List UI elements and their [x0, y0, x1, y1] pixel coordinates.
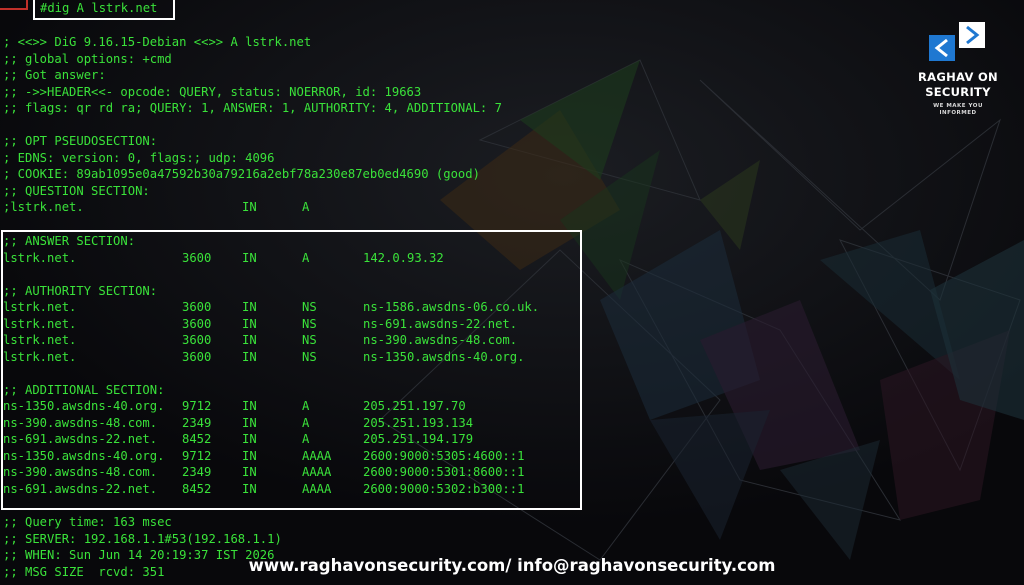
- record-type: A: [302, 432, 310, 446]
- record-name: ns-691.awsdns-22.net.: [3, 481, 158, 496]
- record-data: 205.251.197.70: [363, 399, 466, 413]
- flags-line: ;; flags: qr rd ra; QUERY: 1, ANSWER: 1,…: [3, 101, 502, 115]
- record-data: ns-691.awsdns-22.net.: [363, 316, 518, 331]
- record-data: ns-1586.awsdns-06.co.uk.: [363, 300, 540, 314]
- record-ttl: 9712: [182, 448, 212, 463]
- global-options-line: ;; global options: +cmd: [3, 51, 172, 66]
- prompt-marker: [0, 0, 28, 10]
- record-ttl: 2349: [182, 465, 212, 479]
- record-class: IN: [242, 481, 257, 496]
- record-name: lstrk.net.: [3, 349, 77, 364]
- record-name: ns-1350.awsdns-40.org.: [3, 448, 165, 463]
- record-ttl: 8452: [182, 481, 212, 496]
- record-name: ns-390.awsdns-48.com.: [3, 465, 158, 479]
- record-data: 205.251.194.179: [363, 432, 474, 446]
- record-type: NS: [302, 316, 317, 331]
- query-time-line: ;; Query time: 163 msec: [3, 515, 172, 529]
- record-ttl: 3600: [182, 250, 212, 265]
- footer-contact: www.raghavonsecurity.com/ info@raghavons…: [248, 556, 776, 575]
- record-type: AAAA: [302, 481, 332, 496]
- question-class: IN: [242, 200, 257, 214]
- question-name: ;lstrk.net.: [3, 200, 84, 214]
- record-class: IN: [242, 415, 257, 430]
- record-name: lstrk.net.: [3, 316, 77, 331]
- server-line: ;; SERVER: 192.168.1.1#53(192.168.1.1): [3, 531, 282, 546]
- record-ttl: 3600: [182, 300, 212, 314]
- record-type: NS: [302, 300, 317, 314]
- record-ttl: 3600: [182, 333, 212, 347]
- record-class: IN: [242, 250, 257, 265]
- authority-section-title: ;; AUTHORITY SECTION:: [3, 283, 158, 298]
- record-type: AAAA: [302, 448, 332, 463]
- record-data: 2600:9000:5305:4600::1: [363, 448, 525, 463]
- record-name: ns-691.awsdns-22.net.: [3, 432, 158, 446]
- code-brackets-icon: [929, 22, 985, 61]
- record-ttl: 3600: [182, 316, 212, 331]
- record-type: A: [302, 250, 310, 265]
- record-type: NS: [302, 333, 317, 347]
- record-class: IN: [242, 432, 257, 446]
- record-type: A: [302, 415, 310, 430]
- record-type: NS: [302, 349, 317, 364]
- dig-version-line: ; <<>> DiG 9.16.15-Debian <<>> A lstrk.n…: [3, 35, 312, 49]
- record-data: 142.0.93.32: [363, 250, 444, 265]
- record-ttl: 3600: [182, 349, 212, 364]
- brand-name-line1: RAGHAV ON: [918, 70, 998, 84]
- got-answer-line: ;; Got answer:: [3, 68, 106, 82]
- record-ttl: 9712: [182, 399, 212, 413]
- edns-line: ; EDNS: version: 0, flags:; udp: 4096: [3, 150, 275, 165]
- answer-section-title: ;; ANSWER SECTION:: [3, 234, 136, 248]
- opt-section-title: ;; OPT PSEUDOSECTION:: [3, 134, 158, 148]
- question-section-title: ;; QUESTION SECTION:: [3, 183, 150, 198]
- record-ttl: 2349: [182, 415, 212, 430]
- command-text: #dig A lstrk.net: [40, 1, 158, 15]
- brand-tagline: WE MAKE YOU INFORMED: [933, 103, 983, 116]
- record-class: IN: [242, 399, 257, 413]
- record-data: 2600:9000:5302:b300::1: [363, 481, 525, 496]
- record-name: ns-1350.awsdns-40.org.: [3, 399, 165, 413]
- record-data: 2600:9000:5301:8600::1: [363, 465, 525, 479]
- header-line: ;; ->>HEADER<<- opcode: QUERY, status: N…: [3, 84, 422, 99]
- record-class: IN: [242, 300, 257, 314]
- record-type: A: [302, 399, 310, 413]
- brand-name-line2: SECURITY: [925, 85, 991, 99]
- record-data: 205.251.193.134: [363, 415, 474, 430]
- record-type: AAAA: [302, 465, 332, 479]
- brand-logo: RAGHAV ON SECURITY WE MAKE YOU INFORMED: [906, 20, 1010, 140]
- record-class: IN: [242, 333, 257, 347]
- record-data: ns-390.awsdns-48.com.: [363, 333, 518, 347]
- terminal-output: #dig A lstrk.net ; <<>> DiG 9.16.15-Debi…: [0, 0, 1024, 585]
- question-type: A: [302, 200, 310, 214]
- record-class: IN: [242, 465, 257, 479]
- record-name: lstrk.net.: [3, 333, 77, 347]
- command-highlight-box: #dig A lstrk.net: [33, 0, 175, 20]
- record-name: lstrk.net.: [3, 300, 77, 314]
- record-class: IN: [242, 448, 257, 463]
- additional-section-title: ;; ADDITIONAL SECTION:: [3, 382, 165, 397]
- cookie-line: ; COOKIE: 89ab1095e0a47592b30a79216a2ebf…: [3, 167, 480, 181]
- record-data: ns-1350.awsdns-40.org.: [363, 349, 525, 364]
- record-ttl: 8452: [182, 432, 212, 446]
- record-name: ns-390.awsdns-48.com.: [3, 415, 158, 430]
- record-class: IN: [242, 316, 257, 331]
- record-name: lstrk.net.: [3, 250, 77, 265]
- record-class: IN: [242, 349, 257, 364]
